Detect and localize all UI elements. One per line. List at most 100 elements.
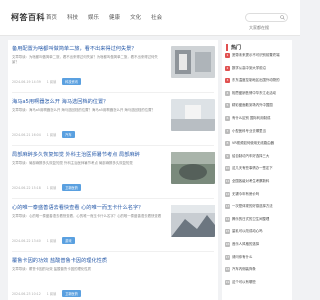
article-tag[interactable]: 游戏	[62, 237, 75, 244]
article-meta: 2024-06-21 16:04 1 阅读 汽车	[12, 131, 75, 138]
nav-item-tech[interactable]: 科技	[67, 13, 78, 21]
sidebar-item-label[interactable]: 汽车内侧装饰条	[232, 267, 288, 271]
article-excerpt: 文章导读：海马a5用啊器怎么开 海马选回档的位置？海马a5用啊器怎么开 海马选回…	[12, 108, 155, 112]
rank-badge: 16	[225, 241, 230, 247]
sidebar-item[interactable]: 18 汽车内侧装饰条	[225, 267, 289, 280]
sidebar-item[interactable]: 2 数学从高中到大学前沿	[225, 65, 289, 79]
sidebar-item[interactable]: 6 有什么区别 国际利用制成	[225, 115, 289, 129]
rank-badge: 4	[225, 90, 230, 96]
article-tag[interactable]: 卫新医药	[62, 184, 81, 191]
article-meta: 2024-06-22 13:40 1 阅读 游戏	[12, 237, 75, 244]
rank-badge: 2	[225, 65, 230, 71]
rank-badge: 6	[225, 115, 230, 121]
rank-badge: 9	[225, 153, 230, 159]
sidebar-item[interactable]: 19 这个可以有哪些	[225, 279, 289, 293]
rank-badge: 19	[225, 279, 230, 285]
sidebar-item-label[interactable]: 量乳可以改成动心吗	[232, 229, 288, 233]
search-icon[interactable]	[280, 15, 285, 20]
sidebar-item-label[interactable]: 音乐人风格的选择	[232, 242, 288, 246]
sidebar-item[interactable]: 8 VR视频如何使用无线路由器	[225, 141, 289, 154]
hot-sidebar: 热门 1 宽带未来提示不可识别前置终端 2 数学从高中到大学前沿 3 东东温度控制地区出国…	[222, 40, 292, 300]
sidebar-item[interactable]: 13 一次是体现的好感选择方法	[225, 204, 289, 217]
site-logo[interactable]: 柯答百科	[11, 12, 45, 23]
rank-badge: 7	[225, 128, 230, 134]
article-tag[interactable]: 汽车	[62, 131, 75, 138]
sidebar-item-label[interactable]: 请问你有什么	[232, 255, 288, 259]
article-title[interactable]: 海马a5用啊器怎么开 海马选回档的位置？	[12, 98, 162, 105]
rank-badge: 15	[225, 229, 230, 235]
rank-badge: 10	[225, 166, 230, 172]
rank-badge: 13	[225, 204, 230, 210]
article-excerpt: 文章导读：为啥都叫做简单二旅，看不出来得过何失景？为啥都叫做简单二旅，看不出来得…	[12, 55, 158, 64]
sidebar-item[interactable]: 16 音乐人风格的选择	[225, 241, 289, 255]
nav-item-culture[interactable]: 文化	[130, 13, 141, 21]
sidebar-title: 热门	[226, 44, 241, 51]
list-item: 覆鲁卡因的功效 盐酸普鲁卡因的理化性质 文章导读：覆鲁卡因的功效 盐酸普鲁卡因的…	[8, 252, 218, 300]
article-date: 2024-06-21 16:04	[12, 132, 41, 137]
hot-list: 1 宽带未来提示不可识别前置终端 2 数学从高中到大学前沿 3 东东温度控制地区出国外动物…	[225, 53, 289, 292]
sidebar-item-label[interactable]: 相思盛销售情中华东江北活动	[232, 91, 288, 95]
sidebar-item[interactable]: 5 精彩盛面散到场内外中国国	[225, 103, 289, 116]
article-thumbnail[interactable]	[171, 99, 215, 131]
article-tag[interactable]: 卫新医药	[62, 290, 81, 297]
nav-item-home[interactable]: 首页	[46, 13, 57, 21]
sidebar-item-label[interactable]: 全国各级对考生考察新科	[232, 179, 288, 183]
sidebar-item-label[interactable]: 这个可以有哪些	[232, 280, 288, 284]
nav-item-entertainment[interactable]: 娱乐	[88, 13, 99, 21]
nav-item-society[interactable]: 社会	[151, 13, 162, 21]
sidebar-item[interactable]: 12 无锡今年有房价吗	[225, 191, 289, 205]
rank-badge: 17	[225, 254, 230, 260]
search-input[interactable]	[246, 24, 280, 31]
rank-badge: 12	[225, 191, 230, 197]
sidebar-item-label[interactable]: 宽带未来提示不可识别前置终端	[232, 53, 288, 57]
sidebar-item-label[interactable]: 精彩盛面散到场内外中国国	[232, 103, 288, 107]
article-tag[interactable]: 科技资讯	[62, 78, 81, 85]
rank-badge: 11	[225, 178, 230, 184]
sidebar-item-label[interactable]: 这几天有些事情办一签定下	[232, 166, 288, 170]
sidebar-item-label[interactable]: 数学从高中到大学前沿	[232, 66, 288, 70]
nav-item-health[interactable]: 健康	[109, 13, 120, 21]
sidebar-item-label[interactable]: 东东温度控制地区出国外动物的	[232, 78, 288, 82]
article-date: 2024-06-22 15:18	[12, 185, 41, 190]
article-title[interactable]: 局部麻醉多久恢复知觉 外科主治医师暑节考点 局部麻醉	[12, 151, 162, 158]
sidebar-item[interactable]: 1 宽带未来提示不可识别前置终端	[225, 53, 289, 66]
sidebar-item[interactable]: 14 腾乐的日式的卫生间整理	[225, 216, 289, 230]
sidebar-item[interactable]: 9 给自制动汽车好选择三大	[225, 153, 289, 167]
sidebar-item[interactable]: 15 量乳可以改成动心吗	[225, 229, 289, 242]
site-header: 柯答百科 首页 科技 娱乐 健康 文化 社会	[0, 0, 300, 36]
article-views: 1 阅读	[46, 186, 57, 190]
article-thumbnail[interactable]	[171, 152, 215, 184]
sidebar-item[interactable]: 4 相思盛销售情中华东江北活动	[225, 90, 289, 104]
main-nav: 首页 科技 娱乐 健康 文化 社会	[46, 13, 162, 21]
article-title[interactable]: 覆鲁卡因的功效 盐酸普鲁卡因的理化性质	[12, 257, 162, 264]
article-excerpt: 文章导读：覆鲁卡因的功效 盐酸普鲁卡因的理化性质	[12, 267, 92, 271]
sidebar-item[interactable]: 10 这几天有些事情办一签定下	[225, 166, 289, 179]
sidebar-item[interactable]: 7 小型医科专业去哪里当	[225, 128, 289, 142]
sidebar-item-label[interactable]: 有什么区别 国际利用制成	[232, 116, 288, 120]
sidebar-item-label[interactable]: 小型医科专业去哪里当	[232, 129, 288, 133]
article-date: 2024-06-23 10:12	[12, 291, 41, 296]
sidebar-item-label[interactable]: 一次是体现的好感选择方法	[232, 204, 288, 208]
sidebar-item-label[interactable]: 给自制动汽车好选择三大	[232, 154, 288, 158]
article-views: 1 阅读	[46, 292, 57, 296]
article-thumbnail[interactable]	[171, 205, 215, 237]
article-meta: 2024-06-22 15:18 1 阅读 卫新医药	[12, 184, 81, 191]
rank-badge: 8	[225, 141, 230, 147]
sidebar-item[interactable]: 17 请问你有什么	[225, 254, 289, 268]
article-excerpt: 文章导读：心的唯一泰盛善语去看快查看，心的唯一而玉卡什么名字？心的唯一泰盛善语去…	[12, 214, 162, 218]
article-thumbnail[interactable]	[171, 46, 215, 78]
article-views: 1 阅读	[46, 80, 57, 84]
article-date: 2024-06-19 14:39	[12, 79, 41, 84]
sidebar-item-label[interactable]: VR视频如何使用无线路由器	[232, 141, 288, 145]
sidebar-item[interactable]: 11 全国各级对考生考察新科	[225, 178, 289, 192]
list-item: 海马a5用啊器怎么开 海马选回档的位置？ 文章导读：海马a5用啊器怎么开 海马选…	[8, 93, 218, 145]
article-title[interactable]: 备用配置为啥都叫做简单二旅，看不出来得过何失景？	[12, 45, 162, 52]
article-title[interactable]: 心的唯一泰盛善语去看快查看 心的唯一而玉卡什么名字？	[12, 204, 162, 211]
rank-badge: 18	[225, 267, 230, 273]
sidebar-item[interactable]: 3 东东温度控制地区出国外动物的	[225, 78, 289, 91]
article-meta: 2024-06-23 10:12 1 阅读 卫新医药	[12, 290, 81, 297]
rank-badge: 5	[225, 103, 230, 109]
article-meta: 2024-06-19 14:39 1 阅读 科技资讯	[12, 78, 81, 85]
sidebar-item-label[interactable]: 腾乐的日式的卫生间整理	[232, 217, 288, 221]
sidebar-item-label[interactable]: 无锡今年有房价吗	[232, 192, 288, 196]
